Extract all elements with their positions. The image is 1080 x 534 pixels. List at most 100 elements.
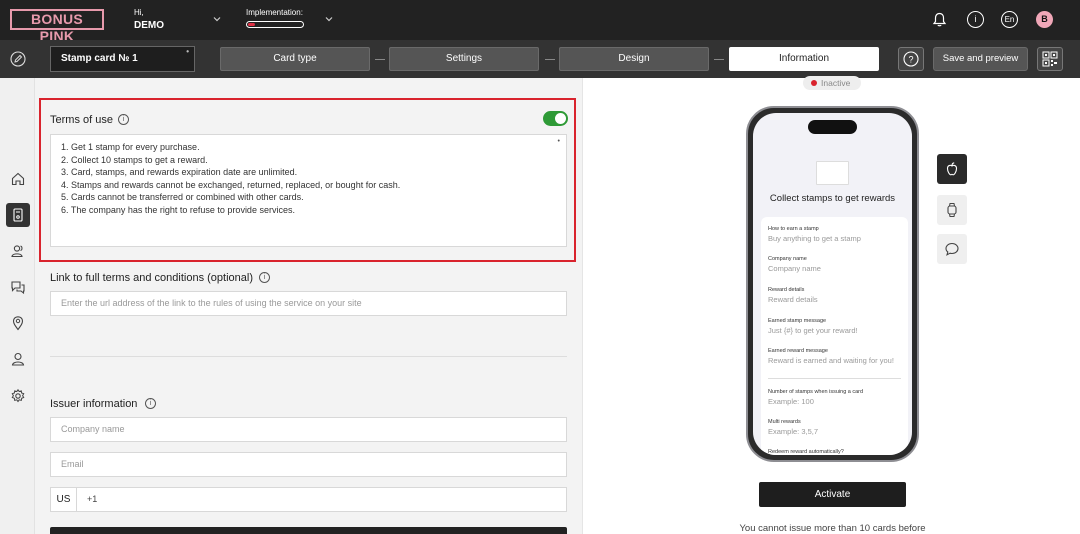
activate-button[interactable]: Activate: [759, 482, 906, 507]
preview-field-value: Buy anything to get a stamp: [768, 234, 861, 243]
sidebar: [0, 78, 35, 534]
issue-limit-notice: You cannot issue more than 10 cards befo…: [739, 523, 926, 534]
preview-field-label: Earned stamp message: [768, 318, 827, 324]
top-bar: BONUS PINK Hi, DEMO Implementation: i En…: [0, 0, 1080, 44]
edit-pencil-icon[interactable]: [10, 51, 26, 67]
terms-line: 2. Collect 10 stamps to get a reward.: [61, 154, 208, 165]
preview-field-value: Example: 3,5,7: [768, 427, 819, 436]
preview-field-label: Earned reward message: [768, 348, 828, 354]
terms-line: 4. Stamps and rewards cannot be exchange…: [61, 179, 401, 190]
qr-code-icon: [1042, 51, 1058, 67]
terms-link-input[interactable]: Enter the url address of the link to the…: [50, 291, 567, 316]
terms-line: 5. Cards cannot be transferred or combin…: [61, 192, 304, 203]
email-input[interactable]: Email: [50, 452, 567, 477]
sidebar-item-managers[interactable]: [6, 347, 30, 371]
preview-field-value: Company name: [768, 264, 821, 273]
issuer-info-icon[interactable]: i: [145, 398, 156, 409]
sidebar-item-cards[interactable]: [6, 203, 30, 227]
location-icon: [12, 316, 24, 331]
phone-notch: [808, 120, 857, 134]
preview-field-label: Number of stamps when issuing a card: [768, 389, 864, 395]
status-dot: [811, 80, 817, 86]
terms-toggle[interactable]: [543, 111, 568, 126]
tab-settings[interactable]: Settings: [389, 47, 539, 71]
phone-details-sheet: How to earn a stamp Buy anything to get …: [761, 217, 908, 455]
language-icon[interactable]: En: [1001, 11, 1018, 28]
phone-prefix: +1: [87, 494, 98, 504]
preview-field-value: Reward is earned and waiting for you!: [768, 356, 894, 365]
terms-line: 6. The company has the right to refuse t…: [61, 204, 295, 215]
user-greeting[interactable]: Hi, DEMO: [134, 8, 164, 31]
preview-field-label: Reward details: [768, 287, 805, 293]
implementation-progress: [246, 21, 304, 28]
qr-code-button[interactable]: [1037, 47, 1063, 71]
divider: [50, 356, 567, 357]
preview-watch-button[interactable]: [937, 195, 967, 225]
apple-icon: [946, 162, 958, 176]
preview-message-button[interactable]: [937, 234, 967, 264]
required-marker: •: [557, 138, 560, 145]
tab-design[interactable]: Design: [559, 47, 709, 71]
terms-of-use-title: Terms of use: [50, 114, 113, 126]
help-button[interactable]: ?: [898, 47, 924, 71]
sidebar-item-settings[interactable]: [6, 384, 30, 408]
terms-textarea[interactable]: 1. Get 1 stamp for every purchase. 2. Co…: [50, 134, 567, 247]
preview-field-value: Reward details: [768, 295, 818, 304]
toggle-knob: [555, 113, 566, 124]
status-text: Inactive: [821, 78, 851, 88]
preview-field-value: Example: 100: [768, 397, 814, 406]
preview-field-label: Company name: [768, 256, 807, 262]
company-name-input[interactable]: Company name: [50, 417, 567, 442]
step-separator: [545, 59, 555, 60]
preview-field-value: Just {#} to get your reward!: [768, 326, 858, 335]
phone-preview: Collect stamps to get rewards How to ear…: [746, 106, 919, 462]
terms-link-title: Link to full terms and conditions (optio…: [50, 272, 253, 284]
form-bottom-button[interactable]: [50, 527, 567, 534]
phone-country-select[interactable]: US: [51, 488, 77, 511]
required-marker: •: [186, 47, 189, 56]
step-separator: [375, 59, 385, 60]
tab-information[interactable]: Information: [729, 47, 879, 71]
step-separator: [714, 59, 724, 60]
phone-card-title: Collect stamps to get rewards: [769, 193, 896, 204]
sidebar-item-clients[interactable]: [6, 239, 30, 263]
issuer-information-title: Issuer information: [50, 398, 138, 410]
brand-logo[interactable]: BONUS PINK: [10, 9, 104, 44]
terms-line: 1. Get 1 stamp for every purchase.: [61, 142, 200, 152]
svg-text:?: ?: [908, 55, 913, 65]
gear-icon: [11, 388, 25, 403]
user-chevron-down-icon[interactable]: [212, 14, 222, 24]
save-and-preview-button[interactable]: Save and preview: [933, 47, 1028, 71]
card-name-text: Stamp card № 1: [61, 53, 138, 64]
help-icon: ?: [903, 51, 919, 67]
implementation-progress-fill: [248, 23, 255, 26]
card-name-field[interactable]: Stamp card № 1 •: [50, 46, 195, 72]
terms-link-info-icon[interactable]: i: [259, 272, 270, 283]
terms-line: 3. Card, stamps, and rewards expiration …: [61, 167, 298, 178]
implementation-chevron-down-icon[interactable]: [324, 14, 334, 24]
users-icon: [11, 245, 23, 258]
chat-icon: [11, 281, 25, 295]
greeting-text: Hi,: [134, 8, 144, 17]
info-icon[interactable]: i: [967, 11, 984, 28]
phone-input[interactable]: US +1: [50, 487, 567, 512]
sidebar-item-home[interactable]: [6, 167, 30, 191]
preview-field-label: Multi rewards: [768, 419, 801, 425]
card-icon: [13, 208, 23, 222]
user-avatar[interactable]: B: [1036, 11, 1053, 28]
sidebar-item-messages[interactable]: [6, 275, 30, 299]
status-badge: Inactive: [803, 76, 861, 90]
user-name: DEMO: [134, 20, 164, 31]
preview-field-label: Redeem reward automatically?: [768, 449, 844, 455]
watch-icon: [947, 203, 957, 217]
notifications-bell-icon[interactable]: [931, 11, 948, 28]
terms-info-icon[interactable]: i: [118, 114, 129, 125]
sidebar-item-locations[interactable]: [6, 311, 30, 335]
editor-nav-bar: Stamp card № 1 • Card type Settings Desi…: [0, 40, 1080, 78]
preview-divider: [768, 378, 901, 379]
phone-screen: Collect stamps to get rewards How to ear…: [753, 113, 912, 455]
tab-card-type[interactable]: Card type: [220, 47, 370, 71]
preview-apple-button[interactable]: [937, 154, 967, 184]
implementation-label: Implementation:: [246, 8, 303, 17]
home-icon: [11, 172, 25, 186]
